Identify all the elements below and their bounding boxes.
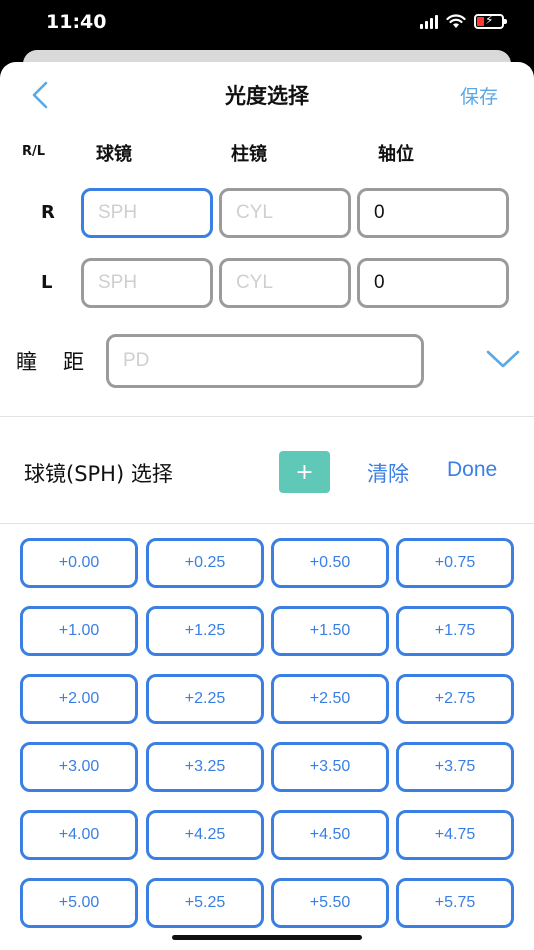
cellular-signal-icon [420, 14, 438, 29]
value-option-button[interactable]: +1.25 [146, 606, 264, 656]
axis-header: 轴位 [378, 144, 414, 165]
home-indicator [172, 935, 362, 940]
value-option-button[interactable]: +5.25 [146, 878, 264, 928]
status-time: 11:40 [46, 11, 107, 33]
pd-placeholder: PD [123, 350, 150, 371]
value-option-button[interactable]: +2.25 [146, 674, 264, 724]
page-title: 光度选择 [225, 84, 309, 108]
status-bar: 11:40 ⚡ [0, 0, 534, 50]
right-axis-value: 0 [374, 202, 385, 223]
value-option-button[interactable]: +5.00 [20, 878, 138, 928]
value-option-button[interactable]: +0.25 [146, 538, 264, 588]
value-option-button[interactable]: +3.50 [271, 742, 389, 792]
right-cyl-placeholder: CYL [236, 202, 273, 223]
value-option-button[interactable]: +3.00 [20, 742, 138, 792]
value-option-button[interactable]: +1.50 [271, 606, 389, 656]
value-option-button[interactable]: +2.00 [20, 674, 138, 724]
save-button[interactable]: 保存 [460, 82, 498, 109]
selector-title: 球镜(SPH) 选择 [24, 462, 173, 486]
right-sph-placeholder: SPH [98, 202, 138, 223]
value-option-button[interactable]: +4.50 [271, 810, 389, 860]
rl-header: R/L [22, 144, 46, 159]
prescription-sheet: 光度选择 保存 R/L 球镜 柱镜 轴位 R SPH CYL 0 L SPH C… [0, 62, 534, 950]
cyl-header: 柱镜 [231, 144, 267, 165]
value-option-button[interactable]: +4.00 [20, 810, 138, 860]
value-option-button[interactable]: +1.00 [20, 606, 138, 656]
left-cyl-placeholder: CYL [236, 272, 273, 293]
left-sph-input[interactable]: SPH [81, 258, 213, 308]
left-sph-placeholder: SPH [98, 272, 138, 293]
value-option-button[interactable]: +4.75 [396, 810, 514, 860]
clear-button[interactable]: 清除 [367, 458, 409, 488]
chevron-down-icon[interactable] [485, 347, 521, 371]
left-cyl-input[interactable]: CYL [219, 258, 351, 308]
value-option-button[interactable]: +0.50 [271, 538, 389, 588]
value-option-button[interactable]: +3.25 [146, 742, 264, 792]
toggle-sign-button[interactable]: + [279, 451, 330, 493]
right-sph-input[interactable]: SPH [81, 188, 213, 238]
pd-input[interactable]: PD [106, 334, 424, 388]
pd-label: 瞳距 [16, 350, 110, 374]
right-cyl-input[interactable]: CYL [219, 188, 351, 238]
value-option-button[interactable]: +0.75 [396, 538, 514, 588]
left-axis-value: 0 [374, 272, 385, 293]
sph-header: 球镜 [96, 144, 132, 165]
right-axis-input[interactable]: 0 [357, 188, 509, 238]
row-label-left: L [41, 272, 53, 293]
section-divider [0, 416, 534, 417]
done-button[interactable]: Done [447, 458, 497, 482]
status-icons: ⚡ [420, 13, 507, 29]
row-label-right: R [41, 202, 55, 223]
value-option-button[interactable]: +2.75 [396, 674, 514, 724]
value-option-button[interactable]: +2.50 [271, 674, 389, 724]
value-option-button[interactable]: +5.75 [396, 878, 514, 928]
selector-divider [0, 523, 534, 524]
value-option-button[interactable]: +1.75 [396, 606, 514, 656]
battery-icon: ⚡ [474, 13, 507, 29]
left-axis-input[interactable]: 0 [357, 258, 509, 308]
value-option-button[interactable]: +0.00 [20, 538, 138, 588]
nav-bar: 光度选择 保存 [0, 62, 534, 128]
value-option-button[interactable]: +3.75 [396, 742, 514, 792]
value-option-button[interactable]: +4.25 [146, 810, 264, 860]
value-option-button[interactable]: +5.50 [271, 878, 389, 928]
wifi-icon [446, 14, 466, 28]
